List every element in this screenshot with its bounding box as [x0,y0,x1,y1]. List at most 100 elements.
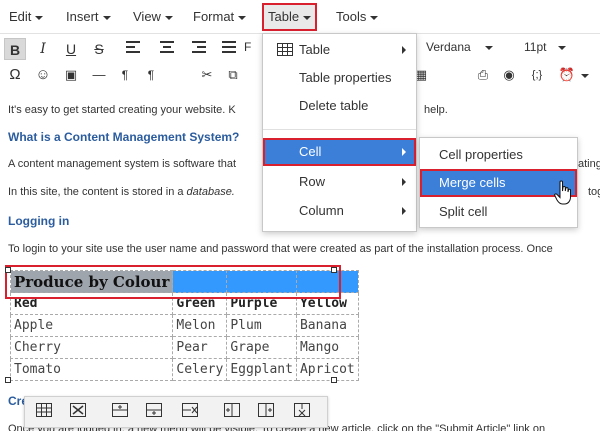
menu-format[interactable]: Format [193,7,247,27]
table-icon [277,43,293,56]
chevron-down-icon [102,15,111,20]
align-center-button[interactable] [156,38,178,60]
chevron-right-icon [402,148,406,156]
eye-icon: ◉ [503,67,515,82]
italic-button[interactable]: I [32,38,54,60]
font-size-select[interactable]: 11pt [524,40,567,54]
special-char-button[interactable]: Ω [4,64,26,86]
chevron-down-icon [238,15,247,20]
chevron-down-icon [370,15,379,20]
cut-button[interactable]: ✂ [196,64,218,86]
font-family-select[interactable]: Verdana [426,40,493,54]
delete-table-button[interactable] [67,403,89,423]
insert-col-after-button[interactable] [255,403,277,423]
insert-datetime-button[interactable]: ⏰ [556,64,578,86]
copy-icon: ⧉ [228,67,238,82]
table-cell[interactable]: Pear [172,336,228,359]
table-cell[interactable]: Banana [295,314,359,337]
underline-button[interactable]: U [60,38,82,60]
table-icon [36,403,52,417]
strikethrough-button[interactable]: S [88,38,110,60]
print-button[interactable]: ⎙ [472,64,494,86]
chevron-down-icon [303,15,312,20]
db-paragraph: In this site, the content is stored in a… [8,186,235,198]
code-sample-button[interactable]: {;} [526,64,548,86]
intro-paragraph-tail: help. [424,104,448,116]
table-menu-item-row[interactable]: Row [263,168,416,196]
align-justify-button[interactable] [218,38,240,60]
menu-view[interactable]: View [133,7,173,27]
menu-edit[interactable]: Edit [9,7,44,27]
hand-cursor-icon [554,180,571,205]
align-justify-icon [222,41,236,53]
table-menu-item-properties[interactable]: Table properties [263,64,416,92]
table-cell[interactable]: Eggplant [226,358,297,381]
chevron-down-icon [35,15,44,20]
heading-cms: What is a Content Management System? [8,130,240,144]
menu-table[interactable]: Table [262,3,318,31]
table-context-toolbar [24,396,328,428]
col-before-icon [224,403,240,417]
table-menu-item-column[interactable]: Column [263,197,416,225]
table-menu-item-delete[interactable]: Delete table [263,92,416,120]
row-before-icon [112,403,128,417]
insert-row-before-button[interactable] [109,403,131,423]
menu-insert[interactable]: Insert [66,7,111,27]
menu-divider [263,129,416,130]
chevron-right-icon [402,207,406,215]
resize-handle[interactable] [5,267,11,273]
resize-handle[interactable] [331,377,337,383]
table-cell[interactable]: Cherry [9,336,174,359]
table-cell[interactable]: Apricot [295,358,359,381]
row-highlight-box [5,265,341,299]
delete-col-icon [294,403,310,417]
horizontal-rule-button[interactable]: — [88,64,110,86]
table-cell[interactable]: Grape [226,336,297,359]
table-cell[interactable]: Plum [226,314,297,337]
login-paragraph: To login to your site use the user name … [8,243,553,255]
omega-icon: Ω [9,66,21,83]
emoticons-button[interactable]: ☺ [32,64,54,86]
bold-button[interactable]: B [4,38,26,60]
align-left-button[interactable] [122,38,144,60]
col-after-icon [258,403,274,417]
insert-col-before-button[interactable] [221,403,243,423]
ltr-button[interactable]: ¶ [114,64,136,86]
table-cell[interactable]: Celery [172,358,228,381]
delete-col-button[interactable] [291,403,313,423]
table-menu-item-table[interactable]: Table [263,36,416,64]
rtl-button[interactable]: ¶ [140,64,162,86]
media-button[interactable]: ▣ [60,64,82,86]
align-right-icon [192,41,206,53]
copy-button[interactable]: ⧉ [222,64,244,86]
format-select[interactable]: F [244,40,251,54]
cms-paragraph: A content management system is software … [8,158,237,170]
datetime-dropdown[interactable] [578,64,592,86]
menubar: Edit Insert View Format Table Tools [0,0,600,34]
menu-tools[interactable]: Tools [336,7,379,27]
cms-paragraph-tail: ating [578,158,600,170]
table-row: Apple Melon Plum Banana [9,314,359,337]
preview-button[interactable]: ◉ [498,64,520,86]
table-cell[interactable]: Apple [9,314,174,337]
table-row: Cherry Pear Grape Mango [9,336,359,359]
align-right-button[interactable] [188,38,210,60]
delete-row-button[interactable] [179,403,201,423]
hr-icon: — [92,67,106,82]
cell-menu-item-properties[interactable]: Cell properties [420,141,577,169]
resize-handle[interactable] [331,267,337,273]
table-cell[interactable]: Melon [172,314,228,337]
chevron-down-icon [484,45,493,50]
table-props-button[interactable] [33,403,55,423]
chevron-down-icon [164,15,173,20]
table-cell[interactable]: Tomato [9,358,174,381]
pilcrow-rtl-icon: ¶ [147,68,155,82]
insert-row-after-button[interactable] [143,403,165,423]
table-cell[interactable]: Mango [295,336,359,359]
scissors-icon: ✂ [201,67,213,82]
table-menu-item-cell[interactable]: Cell [263,138,416,166]
resize-handle[interactable] [5,377,11,383]
db-paragraph-tail: tog [588,186,600,198]
media-icon: ▣ [64,67,78,82]
delete-table-icon [70,403,86,417]
